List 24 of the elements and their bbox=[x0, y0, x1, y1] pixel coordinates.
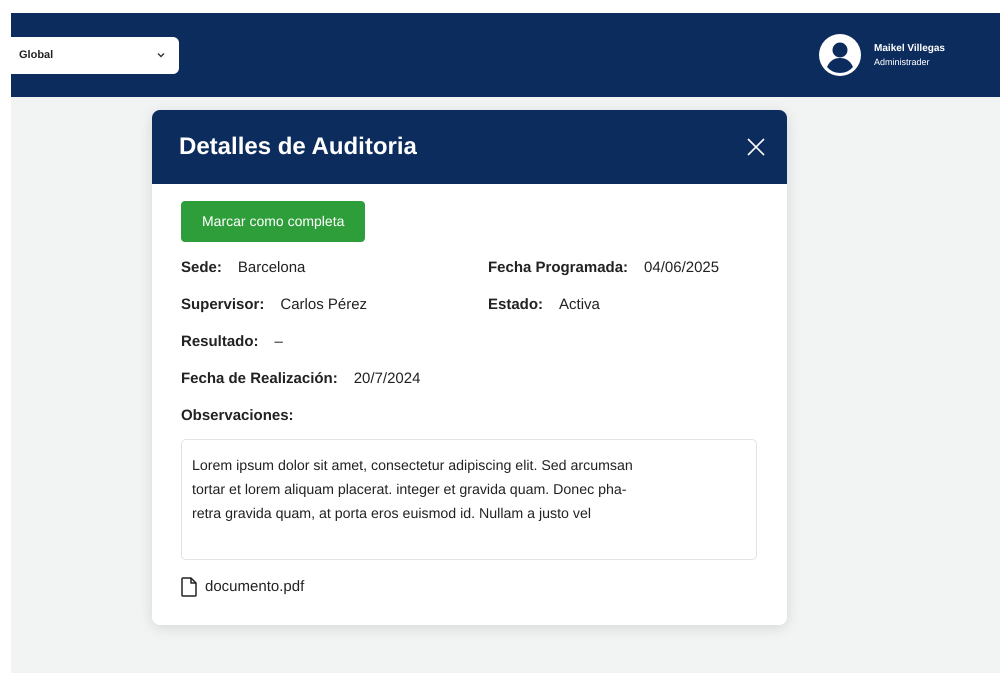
file-icon bbox=[181, 577, 197, 598]
observations-field: Lorem ipsum dolor sit amet, consectetur adipiscing elit. Sed arcumsan tortar et lorem aliquam placerat. integer et gravida quam. Donec pha- retra gravida quam, at porta eros euismod id. Nullam a justo vel bbox=[181, 439, 757, 560]
user-role: Administrader bbox=[874, 56, 931, 69]
dialog-title: Detalles de Auditoria bbox=[179, 132, 417, 162]
field-value: Carlos Pérez bbox=[280, 295, 368, 316]
chevron-down-icon bbox=[157, 52, 165, 58]
scope-select[interactable]: Global bbox=[9, 36, 179, 74]
field-value: Barcelona bbox=[238, 258, 306, 278]
field-value: – bbox=[274, 332, 283, 352]
attachment-link[interactable]: documento.pdf bbox=[205, 576, 304, 598]
field-label: Supervisor: bbox=[181, 295, 264, 316]
field-label: Fecha Programada: bbox=[488, 258, 628, 278]
close-button[interactable] bbox=[745, 136, 767, 158]
field-value: 20/7/2024 bbox=[354, 369, 420, 390]
field-value: 04/06/2025 bbox=[644, 258, 720, 278]
user-avatar-icon[interactable] bbox=[818, 33, 862, 77]
observations-label: Observaciones: bbox=[181, 406, 294, 426]
field-label: Sede: bbox=[181, 258, 222, 278]
field-label: Resultado: bbox=[181, 332, 259, 352]
user-name: Maikel Villegas bbox=[874, 42, 945, 56]
field-label: Fecha de Realización: bbox=[181, 369, 338, 390]
close-icon bbox=[747, 138, 765, 156]
field-label: Estado: bbox=[488, 295, 544, 316]
field-value: Activa bbox=[559, 295, 600, 316]
